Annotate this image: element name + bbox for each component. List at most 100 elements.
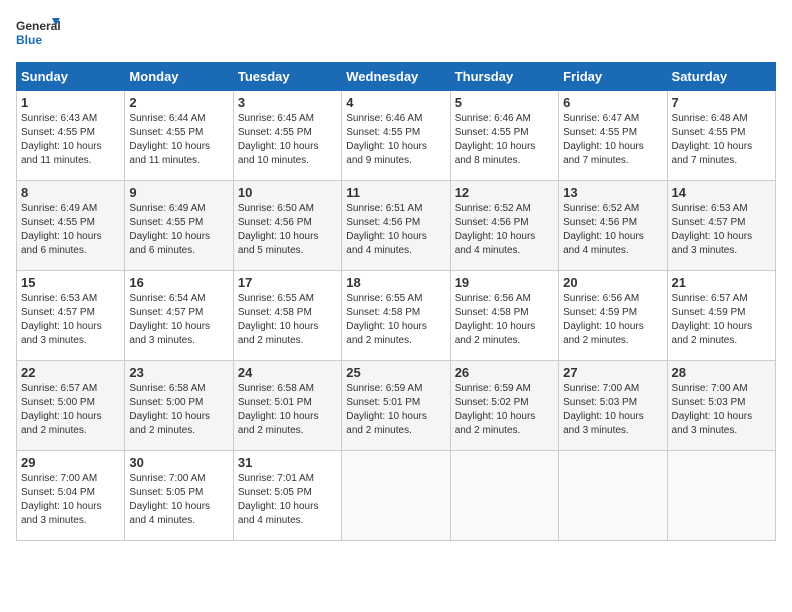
day-number: 31: [238, 455, 337, 470]
calendar-cell: 18 Sunrise: 6:55 AMSunset: 4:58 PMDayligh…: [342, 271, 450, 361]
day-number: 5: [455, 95, 554, 110]
calendar-cell: 31 Sunrise: 7:01 AMSunset: 5:05 PMDayligh…: [233, 451, 341, 541]
calendar-cell: 27 Sunrise: 7:00 AMSunset: 5:03 PMDayligh…: [559, 361, 667, 451]
logo-svg: General Blue: [16, 16, 60, 52]
day-info: Sunrise: 6:43 AMSunset: 4:55 PMDaylight:…: [21, 112, 120, 168]
calendar-cell: 11 Sunrise: 6:51 AMSunset: 4:56 PMDayligh…: [342, 181, 450, 271]
day-number: 11: [346, 185, 445, 200]
calendar-cell: 22 Sunrise: 6:57 AMSunset: 5:00 PMDayligh…: [17, 361, 125, 451]
day-info: Sunrise: 7:00 AMSunset: 5:03 PMDaylight:…: [563, 382, 662, 438]
weekday-header-saturday: Saturday: [667, 63, 775, 91]
calendar-cell: [559, 451, 667, 541]
day-number: 24: [238, 365, 337, 380]
logo: General Blue: [16, 16, 60, 52]
day-info: Sunrise: 6:48 AMSunset: 4:55 PMDaylight:…: [672, 112, 771, 168]
calendar-cell: 19 Sunrise: 6:56 AMSunset: 4:58 PMDayligh…: [450, 271, 558, 361]
calendar-cell: 17 Sunrise: 6:55 AMSunset: 4:58 PMDayligh…: [233, 271, 341, 361]
day-number: 2: [129, 95, 228, 110]
calendar-cell: 16Sunrise: 6:54 AMSunset: 4:57 PMDayligh…: [125, 271, 233, 361]
day-info: Sunrise: 6:58 AMSunset: 5:00 PMDaylight:…: [129, 382, 228, 438]
day-info: Sunrise: 6:50 AMSunset: 4:56 PMDaylight:…: [238, 202, 337, 258]
week-row-2: 8 Sunrise: 6:49 AMSunset: 4:55 PMDaylight…: [17, 181, 776, 271]
weekday-header-tuesday: Tuesday: [233, 63, 341, 91]
day-info: Sunrise: 7:00 AMSunset: 5:04 PMDaylight:…: [21, 472, 120, 528]
day-number: 14: [672, 185, 771, 200]
calendar-body: 1 Sunrise: 6:43 AMSunset: 4:55 PMDaylight…: [17, 91, 776, 541]
day-number: 3: [238, 95, 337, 110]
day-info: Sunrise: 7:01 AMSunset: 5:05 PMDaylight:…: [238, 472, 337, 528]
day-info: Sunrise: 6:55 AMSunset: 4:58 PMDaylight:…: [238, 292, 337, 348]
day-number: 22: [21, 365, 120, 380]
day-number: 6: [563, 95, 662, 110]
day-number: 18: [346, 275, 445, 290]
day-info: Sunrise: 6:54 AMSunset: 4:57 PMDaylight:…: [129, 292, 228, 348]
day-number: 10: [238, 185, 337, 200]
calendar-cell: 10 Sunrise: 6:50 AMSunset: 4:56 PMDayligh…: [233, 181, 341, 271]
day-number: 30: [129, 455, 228, 470]
day-info: Sunrise: 6:49 AMSunset: 4:55 PMDaylight:…: [21, 202, 120, 258]
calendar-cell: [667, 451, 775, 541]
calendar-cell: 1 Sunrise: 6:43 AMSunset: 4:55 PMDaylight…: [17, 91, 125, 181]
day-info: Sunrise: 6:45 AMSunset: 4:55 PMDaylight:…: [238, 112, 337, 168]
calendar-cell: 14Sunrise: 6:53 AMSunset: 4:57 PMDayligh…: [667, 181, 775, 271]
calendar-cell: 9 Sunrise: 6:49 AMSunset: 4:55 PMDaylight…: [125, 181, 233, 271]
calendar-cell: 13Sunrise: 6:52 AMSunset: 4:56 PMDayligh…: [559, 181, 667, 271]
day-info: Sunrise: 6:46 AMSunset: 4:55 PMDaylight:…: [455, 112, 554, 168]
calendar-cell: 15 Sunrise: 6:53 AMSunset: 4:57 PMDayligh…: [17, 271, 125, 361]
weekday-header-monday: Monday: [125, 63, 233, 91]
weekday-header-thursday: Thursday: [450, 63, 558, 91]
day-number: 17: [238, 275, 337, 290]
day-info: Sunrise: 6:56 AMSunset: 4:58 PMDaylight:…: [455, 292, 554, 348]
day-info: Sunrise: 6:57 AMSunset: 4:59 PMDaylight:…: [672, 292, 771, 348]
calendar-cell: 20Sunrise: 6:56 AMSunset: 4:59 PMDayligh…: [559, 271, 667, 361]
day-number: 9: [129, 185, 228, 200]
day-info: Sunrise: 6:46 AMSunset: 4:55 PMDaylight:…: [346, 112, 445, 168]
day-info: Sunrise: 6:57 AMSunset: 5:00 PMDaylight:…: [21, 382, 120, 438]
calendar-cell: 21 Sunrise: 6:57 AMSunset: 4:59 PMDayligh…: [667, 271, 775, 361]
weekday-header-sunday: Sunday: [17, 63, 125, 91]
svg-text:Blue: Blue: [16, 33, 42, 47]
day-number: 1: [21, 95, 120, 110]
svg-text:General: General: [16, 19, 60, 33]
calendar-cell: 3 Sunrise: 6:45 AMSunset: 4:55 PMDaylight…: [233, 91, 341, 181]
day-number: 8: [21, 185, 120, 200]
day-number: 27: [563, 365, 662, 380]
calendar-cell: 7 Sunrise: 6:48 AMSunset: 4:55 PMDaylight…: [667, 91, 775, 181]
day-info: Sunrise: 6:51 AMSunset: 4:56 PMDaylight:…: [346, 202, 445, 258]
calendar-cell: 25Sunrise: 6:59 AMSunset: 5:01 PMDayligh…: [342, 361, 450, 451]
calendar-table: SundayMondayTuesdayWednesdayThursdayFrid…: [16, 62, 776, 541]
day-number: 7: [672, 95, 771, 110]
day-number: 13: [563, 185, 662, 200]
calendar-header: SundayMondayTuesdayWednesdayThursdayFrid…: [17, 63, 776, 91]
day-info: Sunrise: 6:59 AMSunset: 5:01 PMDaylight:…: [346, 382, 445, 438]
calendar-cell: 8 Sunrise: 6:49 AMSunset: 4:55 PMDaylight…: [17, 181, 125, 271]
calendar-cell: 2 Sunrise: 6:44 AMSunset: 4:55 PMDaylight…: [125, 91, 233, 181]
day-number: 15: [21, 275, 120, 290]
day-info: Sunrise: 7:00 AMSunset: 5:03 PMDaylight:…: [672, 382, 771, 438]
day-number: 21: [672, 275, 771, 290]
day-number: 23: [129, 365, 228, 380]
calendar-cell: 28 Sunrise: 7:00 AMSunset: 5:03 PMDayligh…: [667, 361, 775, 451]
weekday-header-friday: Friday: [559, 63, 667, 91]
day-info: Sunrise: 6:56 AMSunset: 4:59 PMDaylight:…: [563, 292, 662, 348]
weekday-row: SundayMondayTuesdayWednesdayThursdayFrid…: [17, 63, 776, 91]
day-info: Sunrise: 6:44 AMSunset: 4:55 PMDaylight:…: [129, 112, 228, 168]
calendar-cell: 5 Sunrise: 6:46 AMSunset: 4:55 PMDaylight…: [450, 91, 558, 181]
day-info: Sunrise: 6:59 AMSunset: 5:02 PMDaylight:…: [455, 382, 554, 438]
day-info: Sunrise: 6:47 AMSunset: 4:55 PMDaylight:…: [563, 112, 662, 168]
day-number: 12: [455, 185, 554, 200]
day-info: Sunrise: 6:49 AMSunset: 4:55 PMDaylight:…: [129, 202, 228, 258]
calendar-cell: 23 Sunrise: 6:58 AMSunset: 5:00 PMDayligh…: [125, 361, 233, 451]
day-info: Sunrise: 6:53 AMSunset: 4:57 PMDaylight:…: [21, 292, 120, 348]
calendar-cell: 12Sunrise: 6:52 AMSunset: 4:56 PMDayligh…: [450, 181, 558, 271]
day-info: Sunrise: 6:55 AMSunset: 4:58 PMDaylight:…: [346, 292, 445, 348]
page-header: General Blue: [16, 16, 776, 52]
calendar-cell: 24Sunrise: 6:58 AMSunset: 5:01 PMDayligh…: [233, 361, 341, 451]
day-number: 28: [672, 365, 771, 380]
calendar-cell: 30Sunrise: 7:00 AMSunset: 5:05 PMDayligh…: [125, 451, 233, 541]
calendar-cell: [450, 451, 558, 541]
calendar-cell: 4Sunrise: 6:46 AMSunset: 4:55 PMDaylight…: [342, 91, 450, 181]
day-number: 29: [21, 455, 120, 470]
day-number: 19: [455, 275, 554, 290]
weekday-header-wednesday: Wednesday: [342, 63, 450, 91]
